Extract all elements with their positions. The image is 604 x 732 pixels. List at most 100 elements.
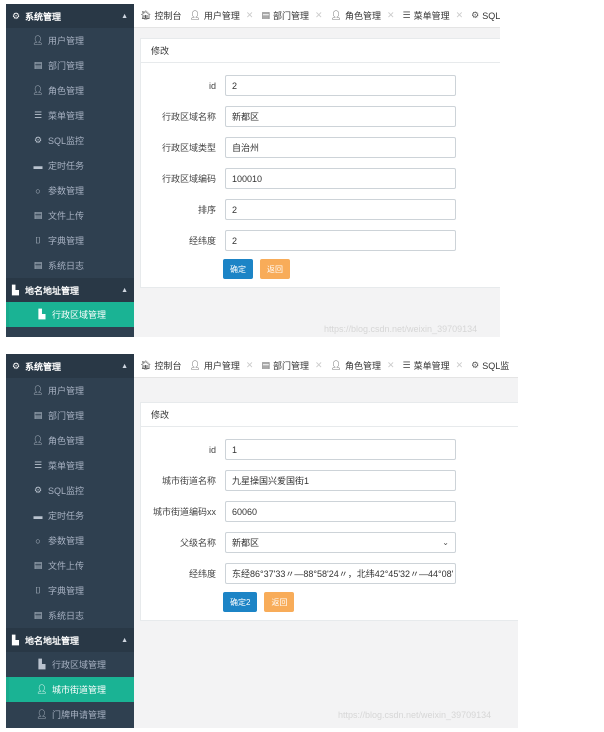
form-row-id: id 1 [141,437,518,462]
sidebar-item-dict[interactable]: ⌷ 字典管理 [6,228,134,253]
sidebar-item-tasks[interactable]: ▬ 定时任务 [6,503,134,528]
sidebar-item-dict[interactable]: ⌷ 字典管理 [6,578,134,603]
field-label: id [208,80,216,91]
sidebar-item-regions[interactable]: ▙ 行政区域管理 [6,302,134,327]
user-icon: 👤︎ [32,35,44,45]
region-code-input[interactable]: 100010 [225,168,456,189]
sidebar-item-logs[interactable]: ▤ 系统日志 [6,253,134,278]
sidebar-item-logs[interactable]: ▤ 系统日志 [6,603,134,628]
sidebar-item-upload[interactable]: ▤ 文件上传 [6,203,134,228]
tab-users[interactable]: 👤︎ 用户管理 ✕ [189,9,253,22]
close-icon[interactable]: ✕ [387,360,395,371]
back-button[interactable]: 返回 [260,259,290,279]
confirm-button[interactable]: 确定2 [223,592,258,612]
sidebar-item-users[interactable]: 👤︎ 用户管理 [6,378,134,403]
tab-departments[interactable]: ▤ 部门管理 ✕ [261,359,322,372]
user-icon: 👤︎ [32,435,44,445]
coords-input[interactable]: 2 [225,230,456,251]
sidebar-item-sql[interactable]: ⚙ SQL监控 [6,128,134,153]
sidebar-item-params[interactable]: ○ 参数管理 [6,528,134,553]
sidebar-item-menus[interactable]: ☰ 菜单管理 [6,453,134,478]
confirm-button[interactable]: 确定 [223,259,253,279]
tab-sql[interactable]: ⚙SQL监 [471,359,509,372]
sidebar-item-label: 菜单管理 [48,461,85,471]
chevron-up-icon: ▲ [121,286,128,294]
id-input[interactable]: 2 [225,75,456,96]
tab-menus[interactable]: ☰ 菜单管理 ✕ [403,9,464,22]
user-icon: 👤︎ [36,709,48,719]
menu-group-system[interactable]: ⚙ 系统管理 ▲ [6,354,134,378]
sidebar-item-users[interactable]: 👤︎ 用户管理 [6,28,134,53]
form-body: id 2 行政区域名称 新都区 行政区域类型 自治州 行政区域编码 100010 排序 2… [141,63,500,287]
list-icon: ☰ [402,360,411,370]
back-button[interactable]: 返回 [264,592,295,612]
sidebar-item-sql[interactable]: ⚙ SQL监控 [6,478,134,503]
tab-menus[interactable]: ☰ 菜单管理 ✕ [403,359,464,372]
parent-select[interactable]: 新都区 ⌄ [225,532,456,553]
sidebar-item-label: 行政区域管理 [52,660,107,670]
sidebar-item-tasks[interactable]: ▬ 定时任务 [6,153,134,178]
sidebar-item-departments[interactable]: ▤ 部门管理 [6,53,134,78]
street-name-input[interactable]: 九星操国兴爱国街1 [225,470,456,491]
chart-icon: ▙ [38,659,46,669]
tab-roles[interactable]: 👤︎ 角色管理 ✕ [331,359,395,372]
sidebar-item-upload[interactable]: ▤ 文件上传 [6,553,134,578]
file-icon: ▤ [33,60,43,70]
sidebar-item-label: 门牌申请管理 [52,710,107,720]
close-icon[interactable]: ✕ [456,360,464,371]
id-input[interactable]: 1 [225,439,456,460]
file-icon: ▤ [261,360,270,370]
field-label: 经纬度 [188,236,216,246]
tab-bar: 🏠︎ 控制台 👤︎ 用户管理 ✕ ▤ 部门管理 ✕ 👤︎ 角色管理 ✕ ☰ 菜单管理 ✕ ⚙ SQL… [134,354,518,378]
tab-label: 菜单管理 [413,361,450,371]
close-icon[interactable]: ✕ [246,360,254,371]
watermark: https://blog.csdn.net/weixin_39709134 [338,710,492,720]
menu-group-address[interactable]: ▙ 地名地址管理 ▲ [6,278,134,302]
menu-group-label: 地名地址管理 [25,635,80,646]
sidebar-item-streets[interactable]: 👤︎ 城市街道管理 [6,677,134,702]
task-icon: ▬ [33,510,43,521]
sidebar-item-doorplates[interactable]: 👤︎ 门牌申请管理 [6,702,134,727]
upload-icon: ▤ [33,560,43,570]
sort-input[interactable]: 2 [225,199,456,220]
list-icon: ☰ [402,10,411,20]
tab-sql[interactable]: ⚙SQL监 [471,9,500,22]
sidebar-item-departments[interactable]: ▤ 部门管理 [6,403,134,428]
sidebar-item-roles[interactable]: 👤︎ 角色管理 [6,78,134,103]
user-icon: 👤︎ [32,85,44,95]
region-name-input[interactable]: 新都区 [225,106,456,127]
coords-input[interactable]: 东经86°37'33〃—88°58'24〃，北纬42°45'32〃—44°08' [225,563,456,584]
sidebar-item-regions[interactable]: ▙ 行政区域管理 [6,652,134,677]
sidebar-item-menus[interactable]: ☰ 菜单管理 [6,103,134,128]
street-code-input[interactable]: 60060 [225,501,456,522]
tab-console[interactable]: 🏠︎ 控制台 [140,359,181,372]
sidebar-item-label: 用户管理 [48,386,85,396]
field-label: id [208,444,216,455]
circle-icon: ○ [35,185,41,196]
menu-group-system[interactable]: ⚙ 系统管理 ▲ [6,4,134,28]
tab-label: 角色管理 [344,361,381,371]
close-icon[interactable]: ✕ [315,10,323,21]
tab-console[interactable]: 🏠︎ 控制台 [140,9,181,22]
close-icon[interactable]: ✕ [387,10,395,21]
parent-select-value: 新都区 [232,538,260,548]
sidebar-item-roles[interactable]: 👤︎ 角色管理 [6,428,134,453]
region-type-input[interactable]: 自治州 [225,137,456,158]
sidebar-item-params[interactable]: ○ 参数管理 [6,178,134,203]
tab-roles[interactable]: 👤︎ 角色管理 ✕ [331,9,395,22]
tab-label: 用户管理 [203,361,240,371]
sidebar-item-label: 文件上传 [48,211,85,221]
chart-icon: ▙ [38,309,46,319]
form-row-region-code: 行政区域编码 100010 [141,166,500,191]
sidebar-item-label: 行政区域管理 [52,310,107,320]
tab-departments[interactable]: ▤ 部门管理 ✕ [261,9,322,22]
close-icon[interactable]: ✕ [246,10,254,21]
close-icon[interactable]: ✕ [315,360,323,371]
form-row-coords: 经纬度 2 [141,228,500,253]
sidebar-item-label: 定时任务 [48,161,85,171]
tab-users[interactable]: 👤︎ 用户管理 ✕ [189,359,253,372]
close-icon[interactable]: ✕ [456,10,464,21]
menu-group-address[interactable]: ▙ 地名地址管理 ▲ [6,628,134,652]
sidebar: ⚙ 系统管理 ▲ 👤︎ 用户管理 ▤ 部门管理 👤︎ 角色管理 ☰ 菜单管理 ⚙ SQL监… [6,354,134,728]
task-icon: ▬ [33,160,43,171]
